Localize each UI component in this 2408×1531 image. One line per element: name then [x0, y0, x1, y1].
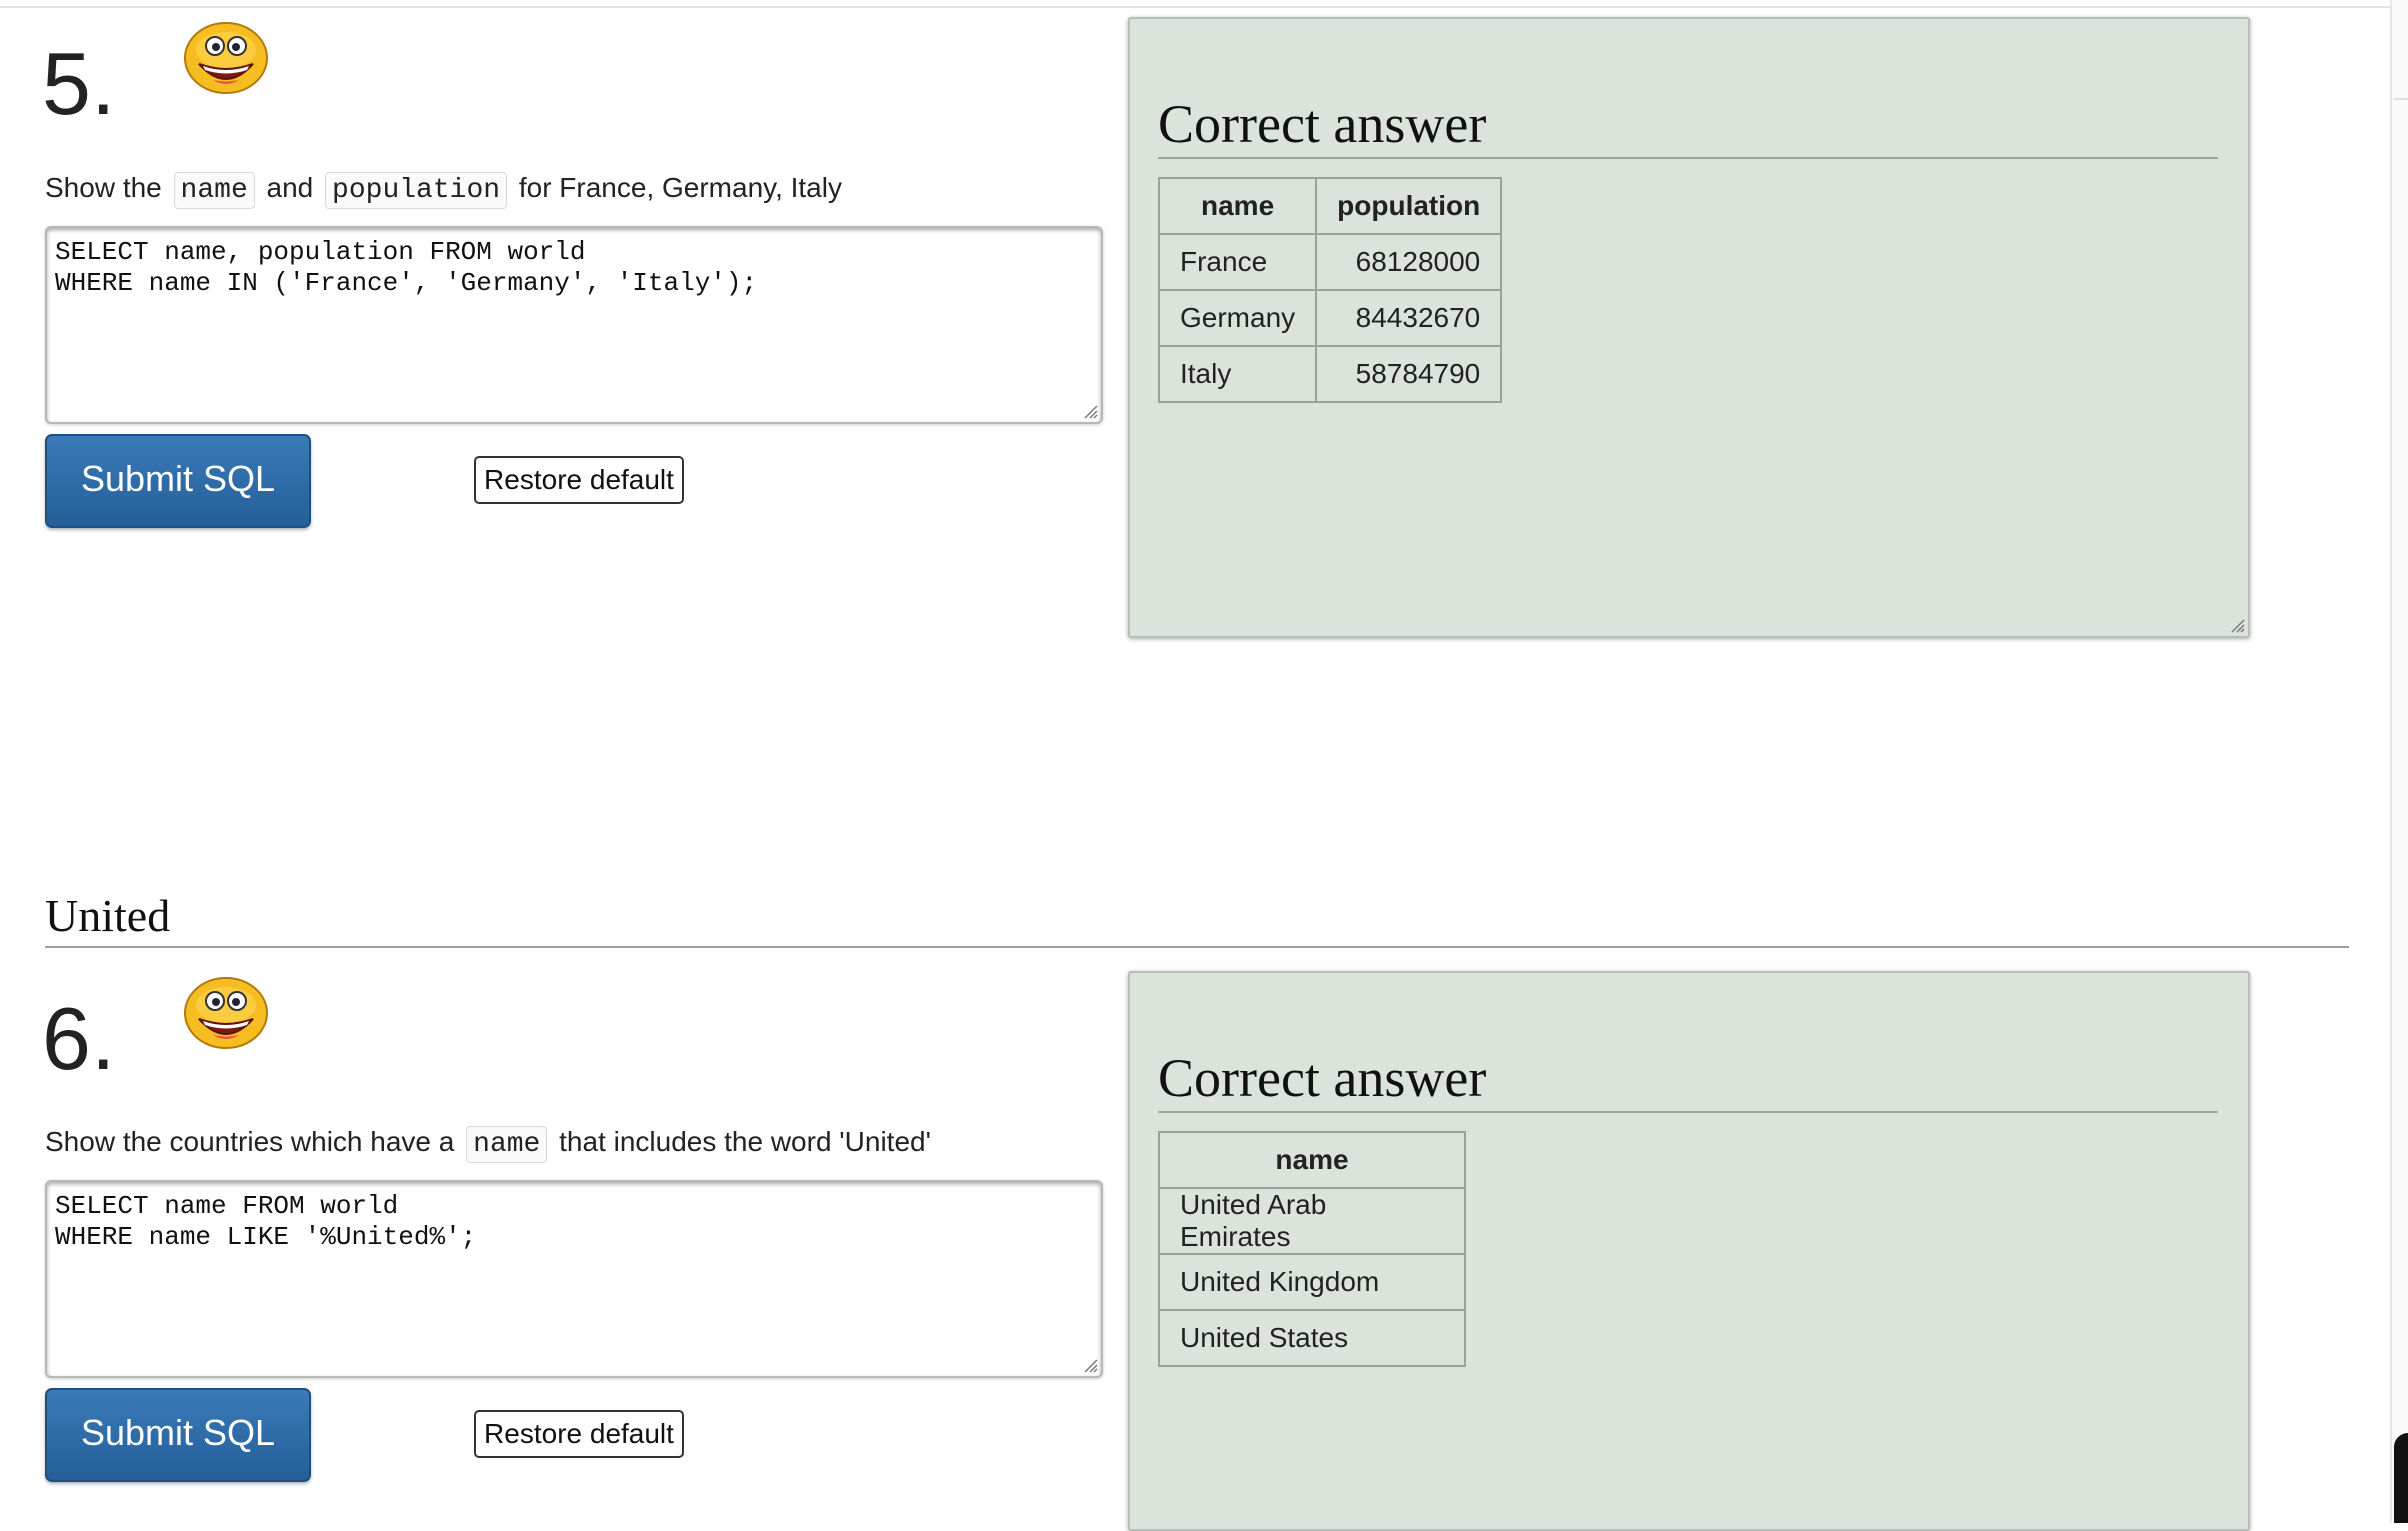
answer-panel: Correct answer name United Arab Emirates… [1128, 971, 2250, 1531]
table-cell: 84432670 [1315, 289, 1503, 347]
table-cell: United Arab Emirates [1158, 1187, 1466, 1255]
sql-editor[interactable]: SELECT name, population FROM world WHERE… [45, 226, 1103, 424]
column-header: name [1158, 1131, 1466, 1189]
restore-default-button[interactable]: Restore default [474, 1410, 684, 1458]
table-row: United Kingdom [1158, 1253, 1466, 1311]
column-header: population [1315, 177, 1503, 235]
restore-default-button[interactable]: Restore default [474, 456, 684, 504]
table-row: United States [1158, 1309, 1466, 1367]
corner-element [2394, 1433, 2408, 1523]
resize-grip-icon[interactable] [2229, 617, 2245, 633]
submit-sql-button[interactable]: Submit SQL [45, 434, 311, 528]
answer-table: name population France 68128000 Germany … [1157, 177, 1503, 403]
table-row: Germany 84432670 [1157, 289, 1503, 347]
smiley-face-icon [184, 977, 268, 1049]
answer-title: Correct answer [1158, 95, 2218, 159]
prompt-text: Show the countries which have a [45, 1126, 455, 1157]
table-cell: Germany [1157, 289, 1318, 347]
table-cell: United States [1158, 1309, 1466, 1367]
question-prompt: Show the countries which have a name tha… [45, 1122, 931, 1165]
table-cell: United Kingdom [1158, 1253, 1466, 1311]
table-row: Italy 58784790 [1157, 345, 1503, 403]
smiley-face-icon [184, 22, 268, 94]
keyword-name: name [173, 172, 255, 209]
answer-panel: Correct answer name population France 68… [1128, 17, 2250, 638]
prompt-text: Show the [45, 172, 162, 203]
edge-tick [2394, 98, 2408, 100]
table-cell: 58784790 [1315, 345, 1503, 403]
top-divider [0, 6, 2408, 8]
answer-table: name United Arab Emirates United Kingdom… [1158, 1131, 1466, 1367]
table-row: France 68128000 [1157, 233, 1503, 291]
table-row: United Arab Emirates [1158, 1187, 1466, 1255]
column-header: name [1157, 177, 1318, 235]
question-number: 5. [42, 34, 116, 133]
keyword-population: population [325, 172, 508, 209]
submit-sql-button[interactable]: Submit SQL [45, 1388, 311, 1482]
prompt-text: for France, Germany, Italy [518, 172, 842, 203]
question-number: 6. [42, 989, 116, 1088]
sql-editor[interactable]: SELECT name FROM world WHERE name LIKE '… [45, 1180, 1103, 1378]
section-heading: United [45, 888, 2349, 948]
answer-title: Correct answer [1158, 1049, 2218, 1113]
table-cell: France [1157, 233, 1318, 291]
resize-grip-icon[interactable] [1082, 403, 1098, 419]
question-prompt: Show the name and population for France,… [45, 168, 842, 211]
resize-grip-icon[interactable] [1082, 1357, 1098, 1373]
keyword-name: name [466, 1126, 548, 1163]
table-cell: 68128000 [1315, 233, 1503, 291]
prompt-text: and [266, 172, 314, 203]
prompt-text: that includes the word 'United' [559, 1126, 931, 1157]
sql-text[interactable]: SELECT name, population FROM world WHERE… [55, 237, 757, 298]
table-cell: Italy [1157, 345, 1318, 403]
window-right-edge [2390, 0, 2408, 1523]
sql-text[interactable]: SELECT name FROM world WHERE name LIKE '… [55, 1191, 476, 1252]
